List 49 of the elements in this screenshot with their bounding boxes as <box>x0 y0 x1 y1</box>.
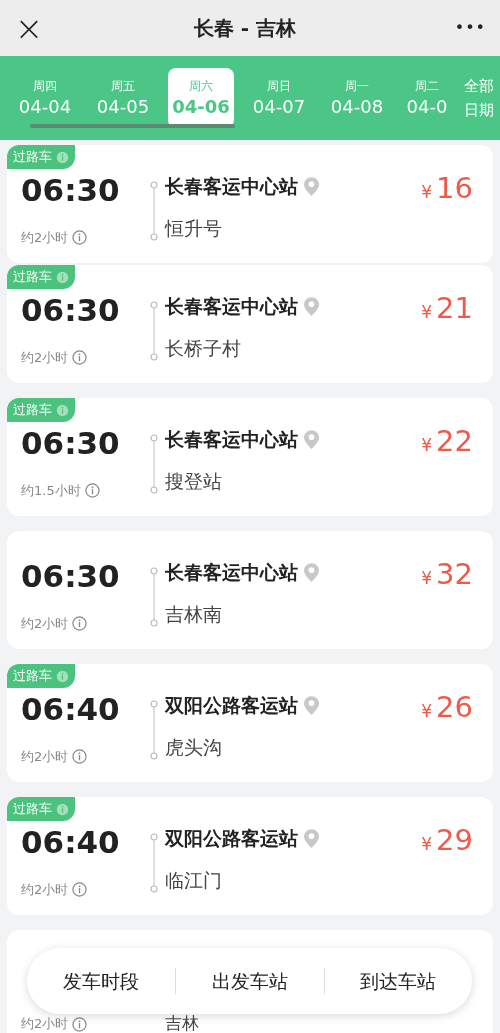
departure-time: 06:30 <box>21 557 121 595</box>
price: ¥21 <box>421 290 473 327</box>
trip-card[interactable]: 过路车 06:30 约1.5小时 长春客运中心站 搜登站 ¥22 <box>7 398 493 516</box>
through-bus-tag: 过路车 <box>7 265 75 289</box>
arrival-station: 恒升号 <box>165 216 223 241</box>
duration-text: 约2小时 <box>21 747 69 766</box>
arrival-station: 临江门 <box>165 868 223 893</box>
trip-card[interactable]: 过路车 06:30 约2小时 长春客运中心站 恒升号 ¥16 <box>7 145 493 263</box>
departure-station: 双阳公路客运站 <box>165 693 298 718</box>
arrival-station: 搜登站 <box>165 469 223 494</box>
through-bus-tag: 过路车 <box>7 664 75 688</box>
duration-text: 约2小时 <box>21 228 69 247</box>
page-title: 长春 - 吉林 <box>192 15 298 42</box>
through-bus-tag: 过路车 <box>7 398 75 422</box>
filter-button[interactable]: 发车时段 <box>27 966 176 996</box>
arrival-station: 吉林南 <box>165 602 223 627</box>
trip-card[interactable]: 过路车 06:40 约2小时 双阳公路客运站 临江门 ¥29 <box>7 797 493 915</box>
through-bus-tag: 过路车 <box>7 145 75 169</box>
trip-card[interactable]: 过路车 06:40 约2小时 双阳公路客运站 虎头沟 ¥26 <box>7 664 493 782</box>
through-bus-tag: 过路车 <box>7 797 75 821</box>
departure-time: 06:40 <box>21 690 121 728</box>
departure-station: 长春客运中心站 <box>165 560 298 585</box>
departure-station: 长春客运中心站 <box>165 427 298 452</box>
filter-button[interactable]: 出发车站 <box>176 966 324 996</box>
arrival-station: 虎头沟 <box>165 735 223 760</box>
departure-time: 06:40 <box>21 823 121 861</box>
duration-text: 约2小时 <box>21 1016 69 1032</box>
trip-card[interactable]: 过路车 06:30 约2小时 长春客运中心站 长桥子村 ¥21 <box>7 265 493 383</box>
filter-button[interactable]: 到达车站 <box>324 966 472 996</box>
departure-station: 长春客运中心站 <box>165 294 298 319</box>
price: ¥32 <box>421 556 473 593</box>
trip-card[interactable]: 06:30 约2小时 长春客运中心站 吉林南 ¥32 <box>7 531 493 649</box>
departure-station: 长春客运中心站 <box>165 174 298 199</box>
departure-time: 06:30 <box>21 424 121 462</box>
more-button[interactable]: ••• <box>446 16 486 40</box>
close-button[interactable]: × <box>14 11 44 45</box>
arrival-station: 长桥子村 <box>165 336 242 361</box>
price: ¥29 <box>421 822 473 859</box>
departure-station: 双阳公路客运站 <box>165 826 298 851</box>
departure-time: 06:30 <box>21 291 121 329</box>
duration-text: 约2小时 <box>21 614 69 633</box>
price: ¥22 <box>421 423 473 460</box>
price: ¥26 <box>421 689 473 726</box>
departure-time: 06:30 <box>21 171 121 209</box>
duration-text: 约2小时 <box>21 880 69 899</box>
arrival-station: 吉林 <box>165 1013 199 1033</box>
duration-text: 约1.5小时 <box>21 481 81 500</box>
price: ¥16 <box>421 170 473 207</box>
duration-text: 约2小时 <box>21 348 69 367</box>
